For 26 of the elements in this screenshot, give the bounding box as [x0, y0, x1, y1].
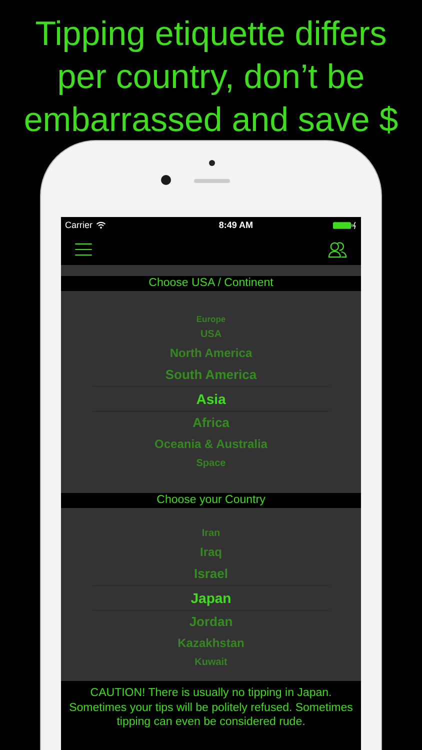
camera-icon	[161, 175, 171, 185]
carrier-label: Carrier	[65, 220, 93, 230]
battery-icon	[333, 220, 357, 230]
picker-option[interactable]: North America	[93, 343, 329, 364]
picker-option[interactable]: Asia	[93, 386, 329, 412]
wifi-icon	[96, 221, 106, 229]
picker-option[interactable]: USA	[93, 326, 329, 343]
menu-icon[interactable]	[75, 242, 92, 256]
picker-option[interactable]: South America	[93, 364, 329, 386]
picker-option[interactable]: Kuwait	[93, 654, 329, 671]
section-title: Choose USA / Continent	[61, 276, 361, 291]
picker-option[interactable]: Europe	[93, 313, 329, 326]
picker-option[interactable]: Kazakhstan	[93, 633, 329, 654]
section-title: Choose your Country	[61, 493, 361, 508]
picker-option[interactable]: Israel	[93, 563, 329, 585]
picker-option[interactable]: Iran	[93, 525, 329, 542]
caution-message: CAUTION! There is usually no tipping in Japan. Sometimes your tips will be politely refused. Sometimes tipping can even be considered rude.	[68, 686, 354, 730]
picker-option[interactable]: Space	[93, 455, 329, 472]
picker-option[interactable]: Oceania & Australia	[93, 434, 329, 455]
people-icon[interactable]	[328, 240, 347, 258]
picker-option[interactable]: Japan	[93, 585, 329, 611]
picker-option[interactable]: Jordan	[93, 611, 329, 633]
headline: Tipping etiquette differs per country, don’t be embarrassed and save $	[22, 14, 400, 140]
picker-option[interactable]: Africa	[93, 412, 329, 434]
picker-option[interactable]: Iraq	[93, 542, 329, 563]
status-time: 8:49 AM	[218, 220, 253, 230]
